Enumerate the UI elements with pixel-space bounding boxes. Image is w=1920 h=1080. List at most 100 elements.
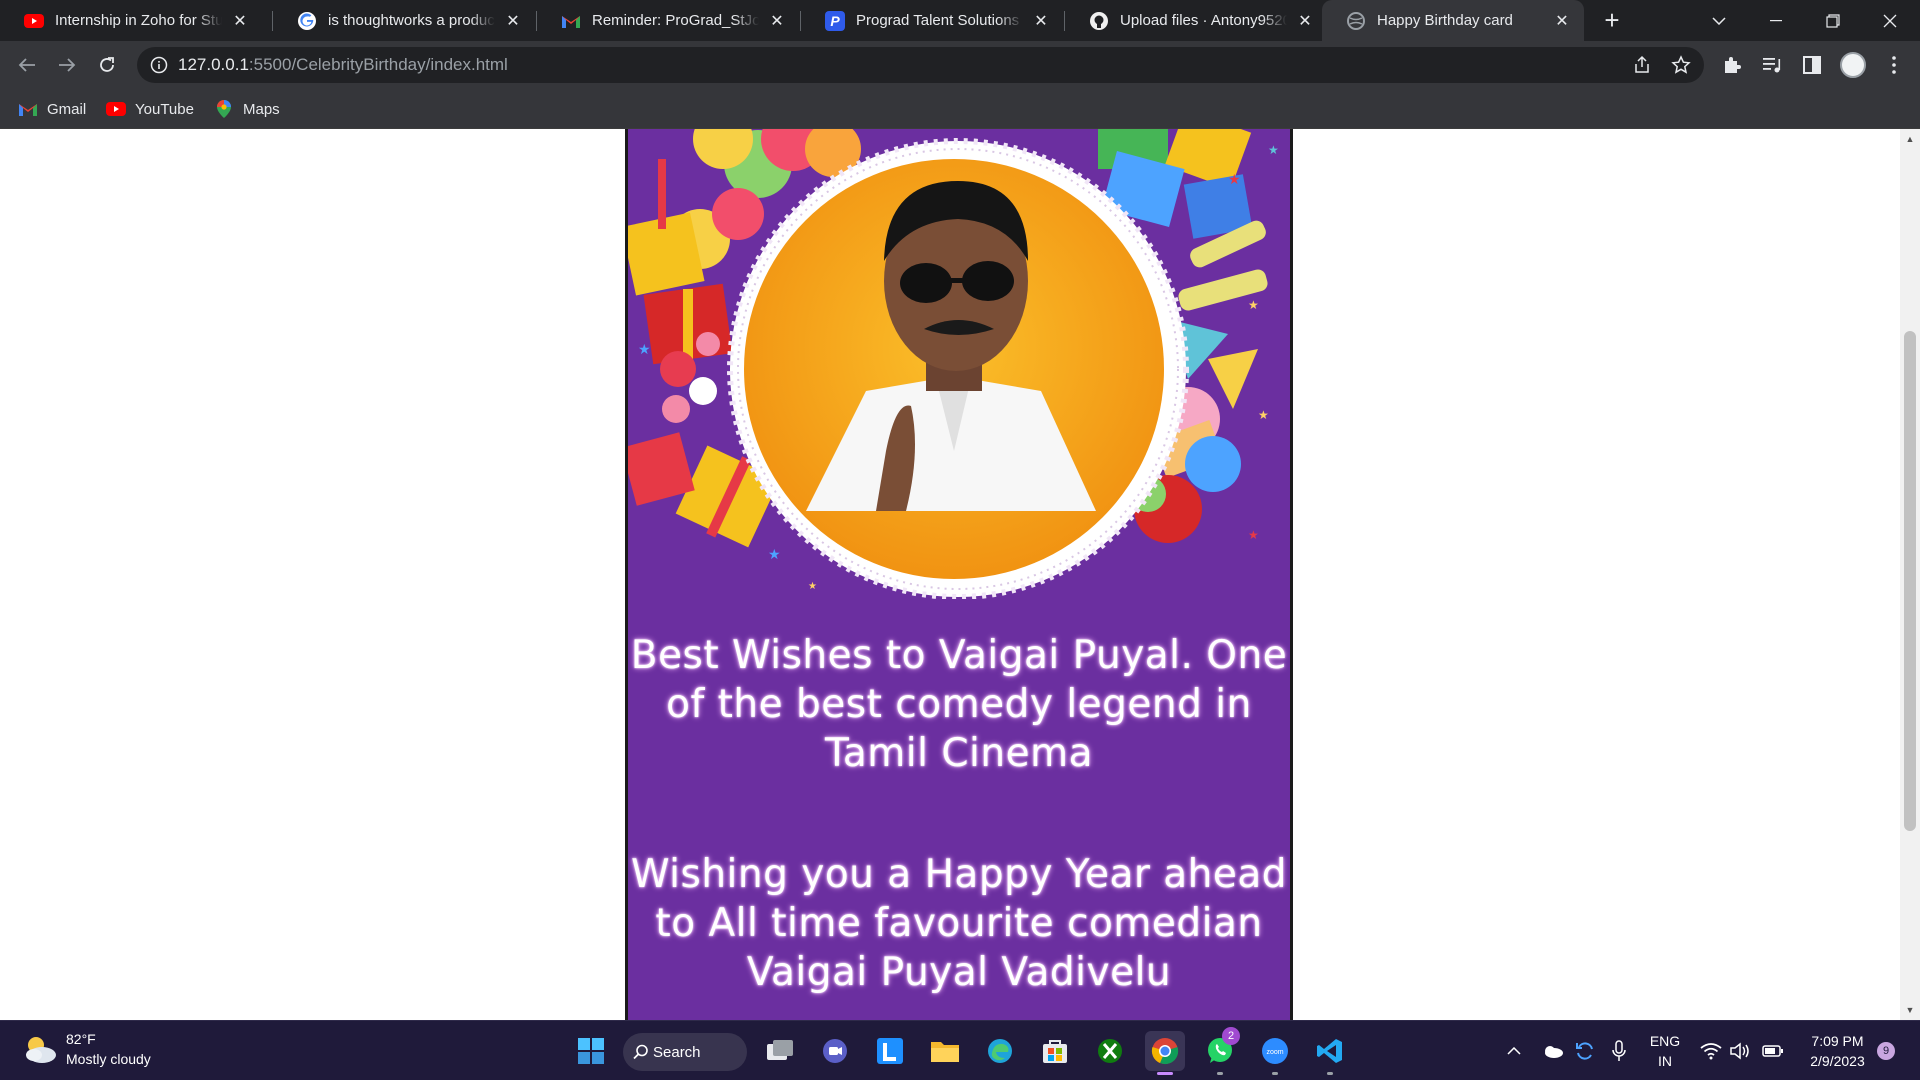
arrow-right-icon: [59, 58, 76, 72]
teams-chat-button[interactable]: [815, 1031, 855, 1071]
bookmark-gmail[interactable]: Gmail: [18, 97, 86, 121]
tab-internship-zoho[interactable]: Internship in Zoho for Students ✕: [0, 0, 262, 41]
svg-text:★: ★: [1248, 298, 1259, 312]
birthday-message-secondary: Wishing you a Happy Year ahead to All ti…: [630, 852, 1288, 995]
restore-button[interactable]: [1805, 0, 1861, 41]
star-icon[interactable]: [1671, 55, 1691, 75]
media-control-button[interactable]: [1760, 53, 1784, 77]
chrome-taskbar-button[interactable]: [1145, 1031, 1185, 1075]
language-indicator[interactable]: ENG IN: [1645, 1031, 1685, 1071]
microphone-button[interactable]: [1606, 1031, 1632, 1071]
arrow-left-icon: [18, 58, 35, 72]
edge-browser-button[interactable]: [980, 1031, 1020, 1071]
region-code: IN: [1658, 1053, 1672, 1069]
reload-icon: [100, 57, 114, 72]
sync-icon: [1576, 1042, 1593, 1060]
tab-thoughtworks-search[interactable]: is thoughtworks a product based ✕: [273, 0, 535, 41]
running-indicator: [1157, 1072, 1173, 1075]
volume-button[interactable]: [1728, 1031, 1754, 1071]
clock[interactable]: 7:09 PM 2/9/2023: [1800, 1031, 1875, 1071]
xbox-button[interactable]: [1090, 1031, 1130, 1071]
address-bar[interactable]: 127.0.0.1:5500/CelebrityBirthday/index.h…: [137, 47, 1704, 83]
puzzle-icon: [1725, 57, 1741, 73]
microsoft-store-button[interactable]: [1035, 1031, 1075, 1071]
back-button[interactable]: [11, 49, 43, 81]
tab-github-upload[interactable]: Upload files · Antony95200 ✕: [1065, 0, 1327, 41]
bookmark-label: Gmail: [47, 100, 87, 118]
birthday-card: ★ ★ ★ ★ ★ ★ ★ ★ Best Wishes to Vaigai Pu…: [625, 129, 1293, 1020]
weather-widget[interactable]: 82°F Mostly cloudy: [20, 1029, 151, 1069]
close-icon[interactable]: ✕: [230, 11, 250, 31]
windows-logo-icon: [578, 1038, 604, 1064]
tab-search-button[interactable]: [1691, 0, 1747, 41]
profile-avatar[interactable]: [1840, 52, 1866, 78]
bookmark-maps[interactable]: Maps: [214, 97, 280, 121]
show-hidden-icons-button[interactable]: [1503, 1031, 1525, 1071]
whatsapp-button[interactable]: 2: [1200, 1027, 1240, 1075]
file-explorer-button[interactable]: [925, 1031, 965, 1071]
forward-button[interactable]: [51, 49, 83, 81]
close-icon[interactable]: ✕: [1031, 11, 1051, 31]
close-icon[interactable]: ✕: [1552, 11, 1572, 31]
zoom-button[interactable]: zoom: [1255, 1031, 1295, 1075]
url-path: :5500/CelebrityBirthday/index.html: [248, 55, 508, 74]
partly-cloudy-icon: [26, 1037, 56, 1063]
new-tab-button[interactable]: +: [1597, 6, 1627, 36]
sync-status-button[interactable]: [1572, 1031, 1598, 1071]
chrome-icon: [1151, 1038, 1179, 1065]
scroll-up-arrow[interactable]: ▲: [1900, 129, 1920, 149]
notification-count-badge[interactable]: 9: [1877, 1042, 1895, 1060]
tab-prograd[interactable]: P Prograd Talent Solutions Pvt ✕: [801, 0, 1063, 41]
page-scrollbar[interactable]: ▲ ▼: [1900, 129, 1920, 1020]
task-view-button[interactable]: [760, 1031, 800, 1071]
svg-text:★: ★: [1248, 528, 1259, 542]
globe-icon: [1346, 11, 1366, 31]
bookmark-label: Maps: [243, 100, 280, 118]
close-icon[interactable]: ✕: [503, 11, 523, 31]
wifi-button[interactable]: [1698, 1031, 1724, 1071]
reload-button[interactable]: [91, 49, 123, 81]
url-text[interactable]: 127.0.0.1:5500/CelebrityBirthday/index.h…: [178, 55, 508, 75]
svg-text:★: ★: [638, 341, 651, 357]
taskbar-search[interactable]: Search: [623, 1033, 747, 1071]
tab-happy-birthday-card[interactable]: Happy Birthday card ✕: [1322, 0, 1584, 41]
microphone-icon: [1612, 1040, 1626, 1061]
vscode-button[interactable]: [1310, 1031, 1350, 1075]
clock-date: 2/9/2023: [1810, 1053, 1865, 1069]
search-label: Search: [653, 1043, 701, 1061]
bookmarks-bar: Gmail YouTube Maps: [0, 89, 1920, 129]
bookmark-youtube[interactable]: YouTube: [106, 97, 194, 121]
battery-icon: [1762, 1045, 1783, 1057]
whatsapp-unread-badge: 2: [1222, 1027, 1240, 1045]
youtube-icon: [106, 99, 126, 119]
svg-text:P: P: [830, 13, 840, 29]
share-icon[interactable]: [1632, 55, 1652, 75]
task-view-icon: [767, 1040, 793, 1060]
weather-temperature: 82°F: [66, 1031, 96, 1047]
xbox-icon: [1098, 1039, 1122, 1063]
minimize-button[interactable]: [1748, 0, 1804, 41]
side-panel-button[interactable]: [1800, 53, 1824, 77]
tab-gmail-reminder[interactable]: Reminder: ProGrad_StJoseph ✕: [537, 0, 799, 41]
more-vert-icon: [1892, 56, 1896, 74]
battery-button[interactable]: [1760, 1031, 1786, 1071]
close-window-button[interactable]: [1862, 0, 1918, 41]
scroll-thumb[interactable]: [1904, 331, 1916, 831]
onedrive-button[interactable]: [1540, 1031, 1566, 1071]
wifi-icon: [1700, 1043, 1722, 1060]
close-icon[interactable]: ✕: [767, 11, 787, 31]
start-button[interactable]: [571, 1031, 611, 1071]
youtube-icon: [24, 11, 44, 31]
gmail-icon: [561, 11, 581, 31]
vscode-icon: [1317, 1039, 1342, 1063]
gmail-icon: [18, 99, 38, 119]
chrome-menu-button[interactable]: [1882, 53, 1906, 77]
running-indicator: [1217, 1072, 1223, 1075]
maps-icon: [214, 99, 234, 119]
chevron-down-icon: [1712, 16, 1726, 25]
close-icon[interactable]: ✕: [1295, 11, 1315, 31]
app-l-button[interactable]: [870, 1031, 910, 1071]
speaker-icon: [1730, 1042, 1749, 1060]
scroll-down-arrow[interactable]: ▼: [1900, 1000, 1920, 1020]
extensions-button[interactable]: [1720, 53, 1744, 77]
